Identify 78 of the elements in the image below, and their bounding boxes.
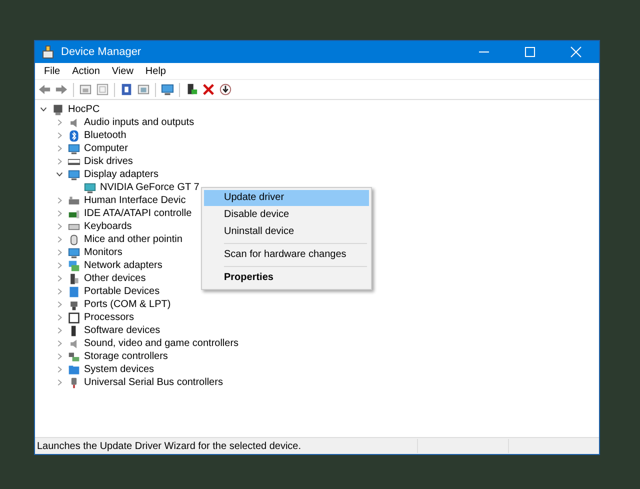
window-icon[interactable]: [79, 83, 92, 96]
monitor-icon: [68, 142, 80, 154]
expand-chevron-icon[interactable]: [55, 378, 64, 387]
monitor-icon: [68, 246, 80, 258]
expand-chevron-icon[interactable]: [55, 352, 64, 361]
expand-chevron-icon[interactable]: [55, 131, 64, 140]
menu-item[interactable]: Action: [66, 66, 106, 76]
tree-item-label[interactable]: Other devices: [84, 272, 146, 284]
expand-chevron-icon[interactable]: [55, 261, 64, 270]
tree-item-label[interactable]: NVIDIA GeForce GT 7: [100, 182, 200, 194]
tree-item-label[interactable]: Storage controllers: [84, 350, 168, 362]
expand-chevron-icon[interactable]: [55, 365, 64, 374]
computer-icon: [52, 104, 64, 116]
device-icon: [68, 272, 80, 284]
tree-item-label[interactable]: Human Interface Devic: [84, 194, 186, 206]
tree-item-label[interactable]: System devices: [84, 364, 154, 376]
card-icon: [68, 208, 80, 220]
tree-item-label[interactable]: Software devices: [84, 324, 160, 336]
tree-item-label[interactable]: Universal Serial Bus controllers: [84, 376, 223, 388]
menu-item[interactable]: Help: [139, 66, 172, 76]
context-menu-item[interactable]: Properties: [204, 270, 369, 286]
storage-icon: [68, 350, 80, 362]
expand-chevron-icon[interactable]: [55, 222, 64, 231]
window-icon[interactable]: [137, 83, 150, 96]
menu-item[interactable]: View: [106, 66, 140, 76]
download-circle-icon[interactable]: [219, 83, 232, 96]
tree-item-label[interactable]: Bluetooth: [84, 130, 126, 142]
tree-item-label[interactable]: Mice and other pointin: [84, 234, 182, 246]
panel-icon[interactable]: [96, 83, 109, 96]
expand-chevron-icon[interactable]: [55, 274, 64, 283]
expand-chevron-icon[interactable]: [55, 157, 64, 166]
tree-item-label[interactable]: Computer: [84, 142, 128, 154]
bluetooth-icon: [68, 130, 80, 142]
delete-x-icon[interactable]: [202, 83, 215, 96]
context-menu-item[interactable]: Uninstall device: [204, 224, 369, 240]
expand-chevron-icon[interactable]: [55, 300, 64, 309]
context-menu-item[interactable]: Scan for hardware changes: [204, 247, 369, 263]
context-menu-item[interactable]: Update driver: [204, 190, 369, 206]
expand-chevron-icon[interactable]: [55, 196, 64, 205]
collapse-chevron-icon[interactable]: [55, 170, 64, 179]
app-icon: [41, 45, 55, 59]
tree-item-label[interactable]: Audio inputs and outputs: [84, 116, 194, 128]
expand-chevron-icon[interactable]: [55, 326, 64, 335]
expand-chevron-icon[interactable]: [55, 287, 64, 296]
expand-chevron-icon[interactable]: [55, 248, 64, 257]
forward-arrow-icon[interactable]: [55, 83, 68, 96]
expand-chevron-icon[interactable]: [55, 235, 64, 244]
tree-item-label[interactable]: Sound, video and game controllers: [84, 338, 239, 350]
tree-item-label[interactable]: Keyboards: [84, 220, 132, 232]
tree-item-label[interactable]: Monitors: [84, 246, 122, 258]
expand-chevron-icon[interactable]: [55, 209, 64, 218]
expand-chevron-icon[interactable]: [55, 144, 64, 153]
tree-item-label[interactable]: IDE ATA/ATAPI controlle: [84, 208, 192, 220]
monitor-icon[interactable]: [161, 83, 174, 96]
network-icon: [68, 260, 80, 272]
tree-item-label[interactable]: Ports (COM & LPT): [84, 298, 171, 310]
context-menu-item[interactable]: Disable device: [204, 207, 369, 223]
expand-chevron-icon[interactable]: [55, 313, 64, 322]
menu-item[interactable]: File: [38, 66, 66, 76]
expand-chevron-icon[interactable]: [55, 118, 64, 127]
folder-icon: [68, 364, 80, 376]
expand-chevron-icon[interactable]: [55, 339, 64, 348]
back-arrow-icon[interactable]: [38, 83, 51, 96]
collapse-chevron-icon[interactable]: [39, 105, 48, 114]
monitor-icon: [84, 182, 96, 194]
chip-icon: [68, 312, 80, 324]
monitor-icon: [68, 168, 80, 180]
tree-item-label[interactable]: Network adapters: [84, 260, 162, 272]
tablet-icon: [68, 286, 80, 298]
tree-item-label[interactable]: HocPC: [68, 104, 100, 116]
tree-item-label[interactable]: Display adapters: [84, 168, 158, 180]
tree-item-label[interactable]: Processors: [84, 312, 134, 324]
window-title: Device Manager: [61, 46, 142, 58]
plug-icon: [68, 298, 80, 310]
tree-item-label[interactable]: Disk drives: [84, 156, 133, 168]
mouse-icon: [68, 234, 80, 246]
status-text: Launches the Update Driver Wizard for the selected device.: [36, 440, 302, 452]
tree-item-label[interactable]: Portable Devices: [84, 286, 160, 298]
